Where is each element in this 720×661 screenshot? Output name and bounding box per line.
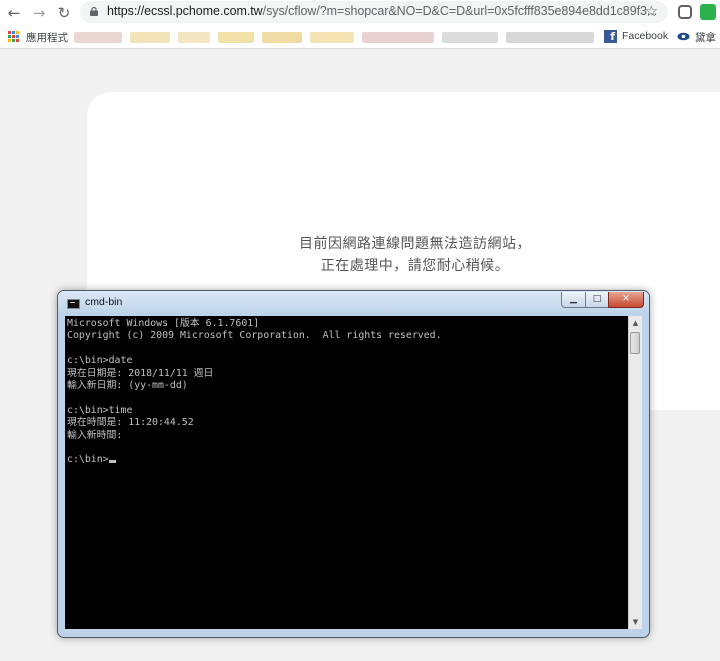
back-button[interactable]: ← bbox=[4, 3, 24, 23]
cmd-window-title: cmd-bin bbox=[85, 296, 123, 308]
bookmarks-bar: 應用程式 f Facebook 黛拿 bbox=[0, 25, 720, 49]
url-path: /sys/cflow/?m=shopcar&NO=D&C=D&url=0x5fc… bbox=[262, 4, 658, 18]
blurred-bookmark[interactable] bbox=[74, 32, 122, 43]
minimize-button[interactable]: ▁ bbox=[561, 292, 586, 308]
console-line: Microsoft Windows [版本 6.1.7601] bbox=[67, 318, 260, 329]
console-line: Copyright (c) 2009 Microsoft Corporation… bbox=[67, 330, 442, 342]
error-message-line-2: 正在處理中，請您耐心稍候。 bbox=[320, 258, 510, 274]
maximize-button[interactable]: □ bbox=[585, 292, 609, 308]
bookmark-facebook[interactable]: Facebook bbox=[622, 30, 668, 42]
cmd-title-bar[interactable]: cmd-bin ▁ □ ✕ bbox=[58, 291, 649, 313]
blurred-bookmark[interactable] bbox=[362, 32, 434, 43]
scroll-up-icon[interactable]: ▲ bbox=[629, 316, 642, 330]
arrow-right-icon: → bbox=[32, 4, 46, 22]
apps-grid-icon[interactable] bbox=[8, 31, 19, 42]
scroll-down-icon[interactable]: ▼ bbox=[629, 615, 642, 629]
cmd-window[interactable]: cmd-bin ▁ □ ✕ Microsoft Windows [版本 6.1.… bbox=[57, 290, 650, 638]
lock-icon bbox=[90, 7, 98, 16]
line-extension-icon[interactable] bbox=[678, 5, 692, 19]
console-line: 現在時間是: 11:20:44.52 bbox=[67, 417, 194, 429]
blurred-bookmark[interactable] bbox=[218, 32, 254, 43]
console-line: 現在日期是: 2018/11/11 週日 bbox=[67, 367, 214, 379]
url-text: https://ecssl.pchome.com.tw/sys/cflow/?m… bbox=[107, 4, 657, 18]
console-text: Microsoft Windows [版本 6.1.7601] Copyrigh… bbox=[67, 318, 442, 467]
bookmark-last[interactable]: 黛拿 bbox=[695, 30, 716, 45]
console-line: c:\bin>date bbox=[67, 355, 133, 367]
facebook-icon: f bbox=[604, 30, 617, 43]
bookmark-apps[interactable]: 應用程式 bbox=[26, 30, 68, 45]
minimize-icon: ▁ bbox=[570, 294, 577, 304]
keep-extension-icon[interactable] bbox=[700, 4, 716, 20]
blurred-bookmark[interactable] bbox=[442, 32, 498, 43]
blurred-bookmark[interactable] bbox=[130, 32, 170, 43]
reload-button[interactable]: ↻ bbox=[54, 3, 74, 23]
star-icon[interactable]: ☆ bbox=[645, 2, 658, 20]
forward-button[interactable]: → bbox=[29, 3, 49, 23]
blurred-bookmark[interactable] bbox=[262, 32, 302, 43]
console-line: 輸入新時間: bbox=[67, 429, 123, 441]
arrow-left-icon: ← bbox=[7, 4, 21, 22]
console-output[interactable]: Microsoft Windows [版本 6.1.7601] Copyrigh… bbox=[65, 316, 628, 629]
close-button[interactable]: ✕ bbox=[608, 292, 644, 308]
close-icon: ✕ bbox=[622, 294, 630, 304]
browser-toolbar: ← → ↻ https://ecssl.pchome.com.tw/sys/cf… bbox=[0, 0, 720, 25]
console-line: c:\bin> bbox=[67, 454, 109, 466]
cmd-app-icon bbox=[67, 299, 80, 309]
error-message-line-1: 目前因網路連線問題無法造訪網站， bbox=[299, 236, 531, 252]
scroll-thumb[interactable] bbox=[630, 332, 640, 354]
eye-icon bbox=[677, 32, 690, 41]
blurred-bookmark[interactable] bbox=[506, 32, 594, 43]
address-bar[interactable]: https://ecssl.pchome.com.tw/sys/cflow/?m… bbox=[80, 1, 668, 23]
console-line: c:\bin>time bbox=[67, 404, 133, 416]
url-host: https://ecssl.pchome.com.tw bbox=[107, 4, 263, 18]
console-cursor bbox=[108, 460, 116, 464]
blurred-bookmark[interactable] bbox=[178, 32, 210, 43]
reload-icon: ↻ bbox=[57, 4, 71, 22]
console-line: 輸入新日期: (yy-mm-dd) bbox=[67, 380, 188, 392]
console-scrollbar[interactable]: ▲ ▼ bbox=[628, 316, 642, 629]
maximize-icon: □ bbox=[592, 294, 602, 304]
blurred-bookmark[interactable] bbox=[310, 32, 354, 43]
